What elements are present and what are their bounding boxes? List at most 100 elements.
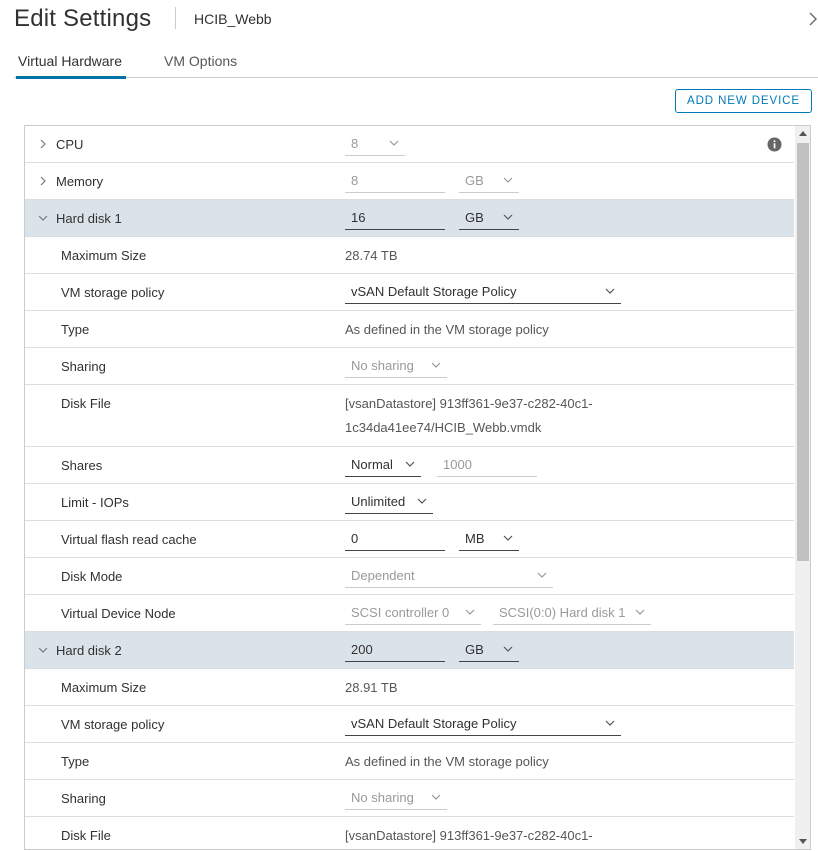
sharing-select[interactable]: No sharing [345,786,447,810]
disk-file-line-2: 1c34da41ee74/HCIB_Webb.vmdk [345,420,542,435]
chevron-down-icon [417,498,427,504]
shares-label: Shares [61,458,103,473]
chevron-down-icon [537,572,547,578]
device-node-label: Virtual Device Node [61,606,176,621]
memory-row: Memory 8 GB [25,163,794,200]
info-icon[interactable] [767,137,782,152]
disk-file-line-1: [vsanDatastore] 913ff361-9e37-c282-40c1- [345,396,593,411]
type-value: As defined in the VM storage policy [345,754,549,769]
type-value: As defined in the VM storage policy [345,322,549,337]
flash-cache-label: Virtual flash read cache [61,532,197,547]
storage-policy-value: vSAN Default Storage Policy [351,284,517,299]
chevron-down-icon[interactable] [38,213,48,223]
scrollbar-thumb[interactable] [797,143,809,561]
chevron-down-icon [405,461,415,467]
chevron-down-icon [503,214,513,220]
chevron-down-icon [503,535,513,541]
hard-disk-2-unit: GB [465,642,484,657]
chevron-down-icon [465,609,475,615]
limit-iops-label: Limit - IOPs [61,495,129,510]
chevron-right-icon[interactable] [806,10,818,28]
controller-select[interactable]: SCSI controller 0 [345,601,481,625]
disk2-sharing-row: Sharing No sharing [25,780,794,817]
memory-label: Memory [56,174,103,189]
device-node-select[interactable]: SCSI(0:0) Hard disk 1 [493,601,651,625]
hard-disk-2-unit-select[interactable]: GB [459,638,519,662]
hard-disk-1-label: Hard disk 1 [56,211,122,226]
disk-mode-select[interactable]: Dependent [345,564,553,588]
storage-policy-label: VM storage policy [61,285,165,300]
disk-file-line-1: [vsanDatastore] 913ff361-9e37-c282-40c1- [345,828,593,843]
disk2-policy-row: VM storage policy vSAN Default Storage P… [25,706,794,743]
hard-disk-2-label: Hard disk 2 [56,643,122,658]
sharing-label: Sharing [61,359,106,374]
tab-vm-options[interactable]: VM Options [164,53,237,78]
disk-mode-label: Disk Mode [61,569,123,584]
disk1-cache-row: Virtual flash read cache 0 MB [25,521,794,558]
controller-value: SCSI controller 0 [351,605,450,620]
disk1-sharing-row: Sharing No sharing [25,348,794,385]
cpu-label: CPU [56,137,84,152]
tab-virtual-hardware[interactable]: Virtual Hardware [15,53,127,79]
hard-disk-2-row: Hard disk 2 200 GB [25,632,794,669]
tab-bar: Virtual Hardware VM Options [14,48,818,79]
max-size-value: 28.74 TB [345,248,398,263]
shares-value: Normal [351,457,393,472]
storage-policy-select[interactable]: vSAN Default Storage Policy [345,280,621,304]
memory-input[interactable]: 8 [345,169,445,193]
disk1-shares-row: Shares Normal 1000 [25,447,794,484]
disk2-max-size-row: Maximum Size 28.91 TB [25,669,794,706]
scroll-down-arrow-icon[interactable] [799,839,807,845]
hard-disk-1-unit-select[interactable]: GB [459,206,519,230]
memory-unit-select[interactable]: GB [459,169,519,193]
scroll-up-arrow-icon[interactable] [799,130,807,136]
shares-select[interactable]: Normal [345,453,421,477]
cpu-select[interactable]: 8 [345,132,405,156]
chevron-right-icon[interactable] [38,139,48,149]
flash-cache-input[interactable]: 0 [345,527,445,551]
chevron-right-icon[interactable] [38,176,48,186]
chevron-down-icon [503,177,513,183]
disk1-file-row: Disk File [vsanDatastore] 913ff361-9e37-… [25,385,794,447]
memory-unit: GB [465,173,484,188]
disk-mode-value: Dependent [351,568,415,583]
hard-disk-2-size-input[interactable]: 200 [345,638,445,662]
disk1-type-row: Type As defined in the VM storage policy [25,311,794,348]
storage-policy-label: VM storage policy [61,717,165,732]
sharing-label: Sharing [61,791,106,806]
chevron-down-icon [431,362,441,368]
hardware-grid: CPU 8 Memory 8 GB Hard disk 1 16 GB Maxi… [24,125,811,850]
limit-iops-select[interactable]: Unlimited [345,490,433,514]
type-label: Type [61,322,90,337]
disk1-limit-row: Limit - IOPs Unlimited [25,484,794,521]
chevron-down-icon [635,609,645,615]
storage-policy-value: vSAN Default Storage Policy [351,716,517,731]
disk2-type-row: Type As defined in the VM storage policy [25,743,794,780]
cpu-row: CPU 8 [25,126,794,163]
flash-cache-unit: MB [465,531,485,546]
disk2-file-row: Disk File [vsanDatastore] 913ff361-9e37-… [25,817,794,849]
sharing-value: No sharing [351,790,414,805]
sharing-select[interactable]: No sharing [345,354,447,378]
sharing-value: No sharing [351,358,414,373]
vertical-scrollbar[interactable] [795,126,810,849]
title-divider [175,7,176,29]
page-title: Edit Settings [14,5,152,32]
shares-number-input[interactable]: 1000 [437,453,537,477]
max-size-label: Maximum Size [61,680,147,695]
hard-disk-1-size-input[interactable]: 16 [345,206,445,230]
chevron-down-icon[interactable] [38,645,48,655]
chevron-down-icon [605,288,615,294]
max-size-label: Maximum Size [61,248,147,263]
type-label: Type [61,754,90,769]
disk1-policy-row: VM storage policy vSAN Default Storage P… [25,274,794,311]
hard-disk-1-unit: GB [465,210,484,225]
storage-policy-select[interactable]: vSAN Default Storage Policy [345,712,621,736]
limit-iops-value: Unlimited [351,494,406,509]
flash-cache-unit-select[interactable]: MB [459,527,519,551]
disk-file-label: Disk File [61,828,111,843]
add-new-device-button[interactable]: ADD NEW DEVICE [675,89,812,113]
max-size-value: 28.91 TB [345,680,398,695]
disk1-max-size-row: Maximum Size 28.74 TB [25,237,794,274]
disk-file-label: Disk File [61,396,111,411]
